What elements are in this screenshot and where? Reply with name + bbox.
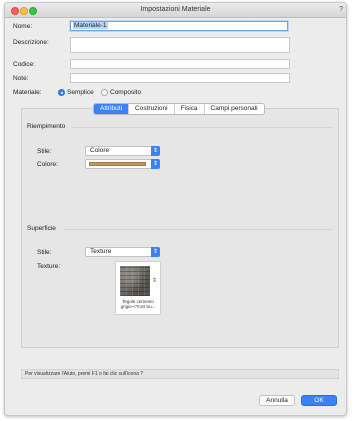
cancel-button[interactable]: Annulla [259, 395, 295, 406]
composito-label: Composito [110, 89, 142, 96]
superficie-title: Superficie [27, 225, 56, 232]
riempimento-stile-value: Colore [90, 147, 110, 154]
window-title: Impostazioni Materiale [140, 6, 211, 13]
riempimento-separator [71, 127, 333, 128]
radio-semplice[interactable] [58, 89, 65, 96]
riempimento-stile-popup[interactable]: Colore ⇕ [85, 146, 160, 156]
tab-bar: Attributi Costruzioni Fisica Campi perso… [93, 103, 265, 115]
riempimento-colore-popup[interactable]: ⇕ [85, 159, 160, 169]
updown-chevron-icon: ⇕ [151, 159, 160, 169]
nome-field[interactable]: Materiale-1 [70, 21, 288, 31]
codice-label: Codice: [13, 61, 36, 68]
help-icon[interactable]: ? [339, 6, 343, 13]
ok-button[interactable]: OK [301, 395, 337, 406]
texture-thumbnail [120, 266, 150, 296]
texture-label: Texture: [37, 263, 61, 270]
updown-chevron-icon: ⇕ [151, 146, 160, 156]
descrizione-label: Descrizione: [13, 39, 49, 46]
material-settings-dialog: Impostazioni Materiale ? Nome: Materiale… [4, 2, 347, 416]
nome-value: Materiale-1 [73, 22, 108, 29]
superficie-stile-value: Texture [90, 248, 112, 255]
note-field[interactable] [70, 73, 290, 83]
superficie-separator [63, 229, 333, 230]
riempimento-title: Riempimento [27, 123, 66, 130]
tab-campi-personali[interactable]: Campi personali [205, 104, 264, 114]
radio-composito[interactable] [101, 89, 108, 96]
texture-selector[interactable]: ⇕ Tegole cemento grigio-<Trott Su... [115, 261, 161, 315]
title-bar: Impostazioni Materiale ? [5, 3, 346, 18]
texture-caption: Tegole cemento grigio-<Trott Su... [120, 299, 156, 309]
codice-field[interactable] [70, 59, 290, 69]
riempimento-stile-label: Stile: [37, 148, 52, 155]
tab-fisica[interactable]: Fisica [175, 104, 205, 114]
color-swatch [89, 162, 146, 166]
semplice-label: Semplice [67, 89, 94, 96]
descrizione-field[interactable] [70, 37, 290, 53]
materiale-label: Materiale: [13, 89, 42, 96]
help-status-bar: Per visualizzare l'Aiuto, premi F1 o fai… [21, 369, 339, 379]
superficie-stile-popup[interactable]: Texture ⇕ [85, 247, 160, 257]
note-label: Note: [13, 75, 29, 82]
tab-attributi[interactable]: Attributi [94, 104, 130, 114]
superficie-stile-label: Stile: [37, 249, 52, 256]
updown-chevron-icon[interactable]: ⇕ [152, 277, 157, 284]
tab-costruzioni[interactable]: Costruzioni [129, 104, 175, 114]
attributi-panel [21, 108, 339, 348]
riempimento-colore-label: Colore: [37, 161, 58, 168]
nome-label: Nome: [13, 23, 33, 30]
updown-chevron-icon: ⇕ [151, 247, 160, 257]
